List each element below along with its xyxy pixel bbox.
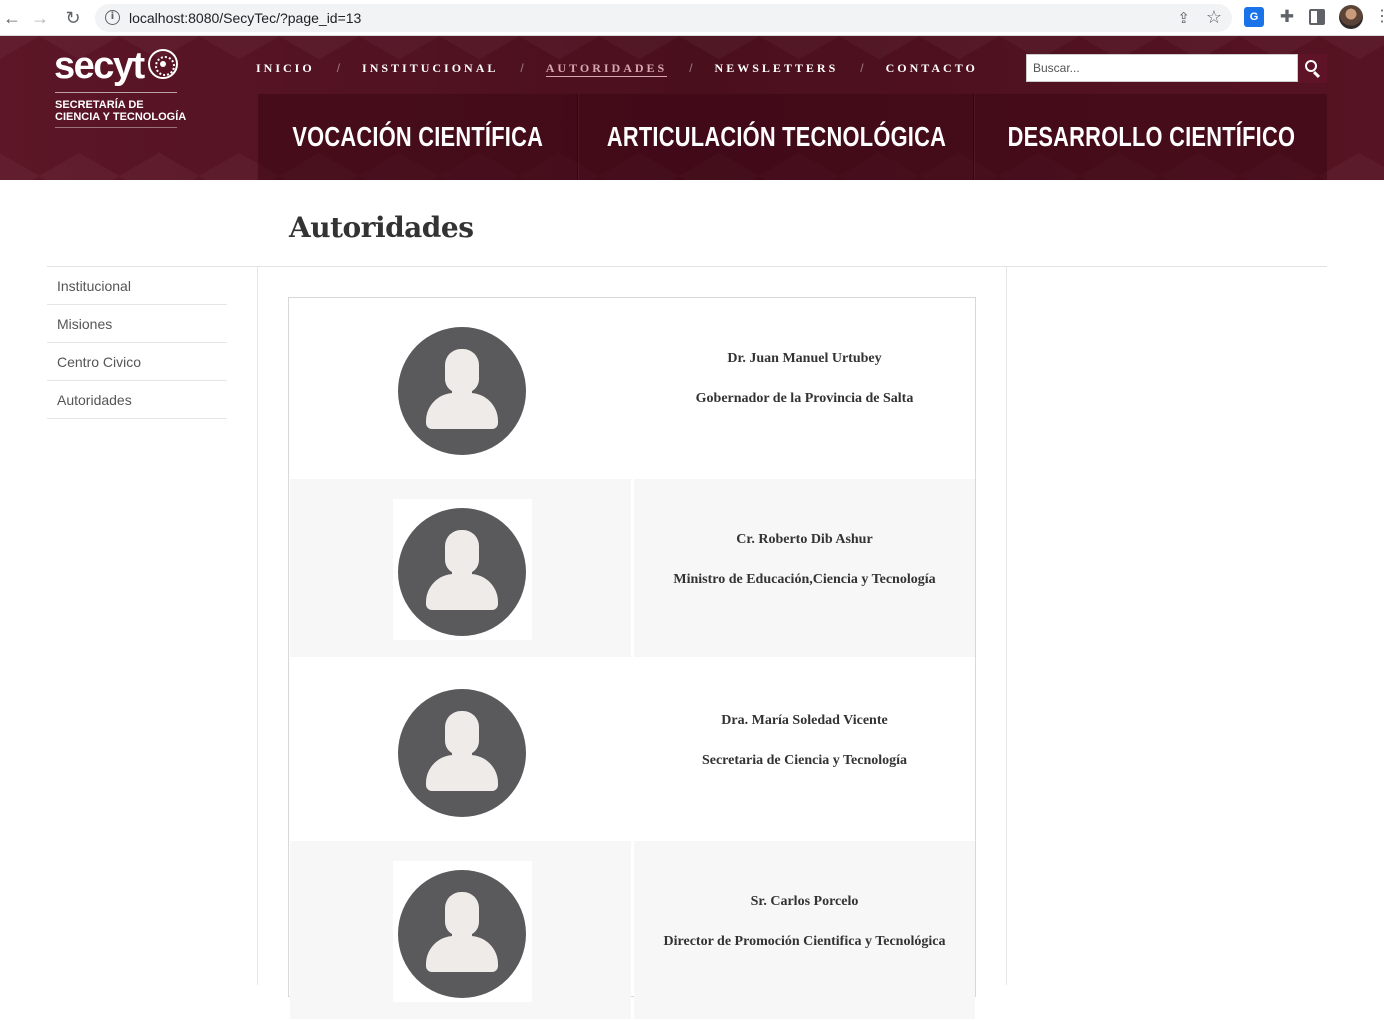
user-placeholder-icon — [398, 870, 526, 998]
photo-cell — [290, 298, 631, 476]
address-bar[interactable]: i localhost:8080/SecyTec/?page_id=13 ⇪ ☆ — [95, 4, 1232, 32]
sidebar-item-autoridades[interactable]: Autoridades — [47, 381, 227, 419]
main-nav: INICIO / INSTITUCIONAL / AUTORIDADES / N… — [256, 60, 978, 77]
browser-toolbar: ← → ↻ i localhost:8080/SecyTec/?page_id=… — [0, 0, 1384, 36]
category-nav: VOCACIÓN CIENTÍFICA ARTICULACIÓN TECNOLÓ… — [257, 94, 1327, 180]
nav-separator: / — [336, 61, 341, 75]
category-label: ARTICULACIÓN TECNOLÓGICA — [606, 121, 946, 152]
sidebar-item-centro-civico[interactable]: Centro Civico — [47, 343, 227, 381]
info-cell: Cr. Roberto Dib Ashur Ministro de Educac… — [634, 479, 975, 657]
logo-subtitle-line1: SECRETARÍA DE — [55, 99, 144, 111]
search-icon-handle — [1312, 70, 1321, 79]
profile-avatar[interactable] — [1339, 5, 1363, 29]
logo-subtitle: SECRETARÍA DE CIENCIA Y TECNOLOGÍA — [55, 99, 195, 123]
sidebar-item-institucional[interactable]: Institucional — [47, 267, 227, 305]
bookmark-star-icon[interactable]: ☆ — [1206, 7, 1222, 28]
content-right-divider — [1006, 267, 1007, 985]
authority-role: Ministro de Educación,Ciencia y Tecnolog… — [673, 572, 936, 587]
authorities-table: Dr. Juan Manuel Urtubey Gobernador de la… — [288, 297, 976, 1019]
nav-separator: / — [860, 61, 864, 75]
authority-name: Cr. Roberto Dib Ashur — [736, 532, 873, 547]
table-row: Dra. María Soledad Vicente Secretaria de… — [290, 660, 975, 841]
title-divider — [47, 266, 1327, 267]
sidebar-divider — [257, 267, 258, 985]
category-vocacion-cientifica[interactable]: VOCACIÓN CIENTÍFICA — [257, 94, 578, 180]
forward-arrow-icon[interactable]: → — [28, 6, 52, 30]
category-label: VOCACIÓN CIENTÍFICA — [292, 121, 543, 152]
logo-divider — [55, 92, 177, 93]
authority-name: Dr. Juan Manuel Urtubey — [727, 351, 882, 366]
info-cell: Dr. Juan Manuel Urtubey Gobernador de la… — [634, 298, 975, 476]
sidebar-item-misiones[interactable]: Misiones — [47, 305, 227, 343]
nav-separator: / — [689, 61, 693, 75]
site-header: secyt SECRETARÍA DE CIENCIA Y TECNOLOGÍA… — [0, 36, 1384, 180]
info-cell: Sr. Carlos Porcelo Director de Promoción… — [634, 841, 975, 1019]
reload-icon[interactable]: ↻ — [61, 6, 85, 30]
sidebar: Institucional Misiones Centro Civico Aut… — [47, 267, 227, 419]
authority-role: Gobernador de la Provincia de Salta — [695, 391, 914, 406]
logo-subtitle-line2: CIENCIA Y TECNOLOGÍA — [55, 111, 187, 123]
authority-name: Dra. María Soledad Vicente — [721, 713, 888, 728]
category-articulacion-tecnologica[interactable]: ARTICULACIÓN TECNOLÓGICA — [578, 94, 974, 180]
user-placeholder-icon — [398, 508, 526, 636]
translate-extension-icon[interactable]: G — [1244, 7, 1264, 27]
user-placeholder-icon — [398, 689, 526, 817]
photo-cell — [290, 660, 631, 838]
share-icon[interactable]: ⇪ — [1177, 9, 1190, 27]
address-url[interactable]: localhost:8080/SecyTec/?page_id=13 — [129, 10, 361, 26]
user-placeholder-icon — [398, 327, 526, 455]
nav-newsletters[interactable]: NEWSLETTERS — [715, 60, 839, 76]
nav-institucional[interactable]: INSTITUCIONAL — [362, 60, 498, 76]
search-input[interactable]: Buscar... — [1026, 54, 1298, 82]
info-cell: Dra. María Soledad Vicente Secretaria de… — [634, 660, 975, 838]
search-button[interactable] — [1298, 54, 1327, 83]
table-row: Cr. Roberto Dib Ashur Ministro de Educac… — [290, 479, 975, 660]
side-panel-icon[interactable] — [1309, 9, 1325, 25]
seal-icon — [148, 49, 178, 79]
site-info-icon[interactable]: i — [105, 10, 120, 25]
extensions-puzzle-icon[interactable]: ✚ — [1277, 7, 1297, 27]
table-row: Sr. Carlos Porcelo Director de Promoción… — [290, 841, 975, 1022]
site-logo[interactable]: secyt — [54, 44, 145, 88]
browser-menu-icon[interactable]: ⋮ — [1374, 7, 1384, 27]
nav-autoridades[interactable]: AUTORIDADES — [545, 60, 668, 77]
authority-role: Director de Promoción Cientifica y Tecno… — [663, 934, 946, 949]
logo-divider-bottom — [55, 127, 177, 128]
authority-name: Sr. Carlos Porcelo — [750, 894, 859, 909]
category-desarrollo-cientifico[interactable]: DESARROLLO CIENTÍFICO — [974, 94, 1327, 180]
nav-contacto[interactable]: CONTACTO — [886, 60, 978, 76]
page-title: Autoridades — [289, 211, 474, 244]
photo-cell — [290, 479, 631, 657]
nav-inicio[interactable]: INICIO — [256, 60, 315, 76]
back-arrow-icon[interactable]: ← — [0, 6, 24, 30]
authority-role: Secretaria de Ciencia y Tecnología — [701, 753, 908, 768]
nav-separator: / — [520, 61, 524, 75]
photo-cell — [290, 841, 631, 1019]
category-label: DESARROLLO CIENTÍFICO — [1007, 121, 1295, 152]
table-row: Dr. Juan Manuel Urtubey Gobernador de la… — [290, 298, 975, 479]
